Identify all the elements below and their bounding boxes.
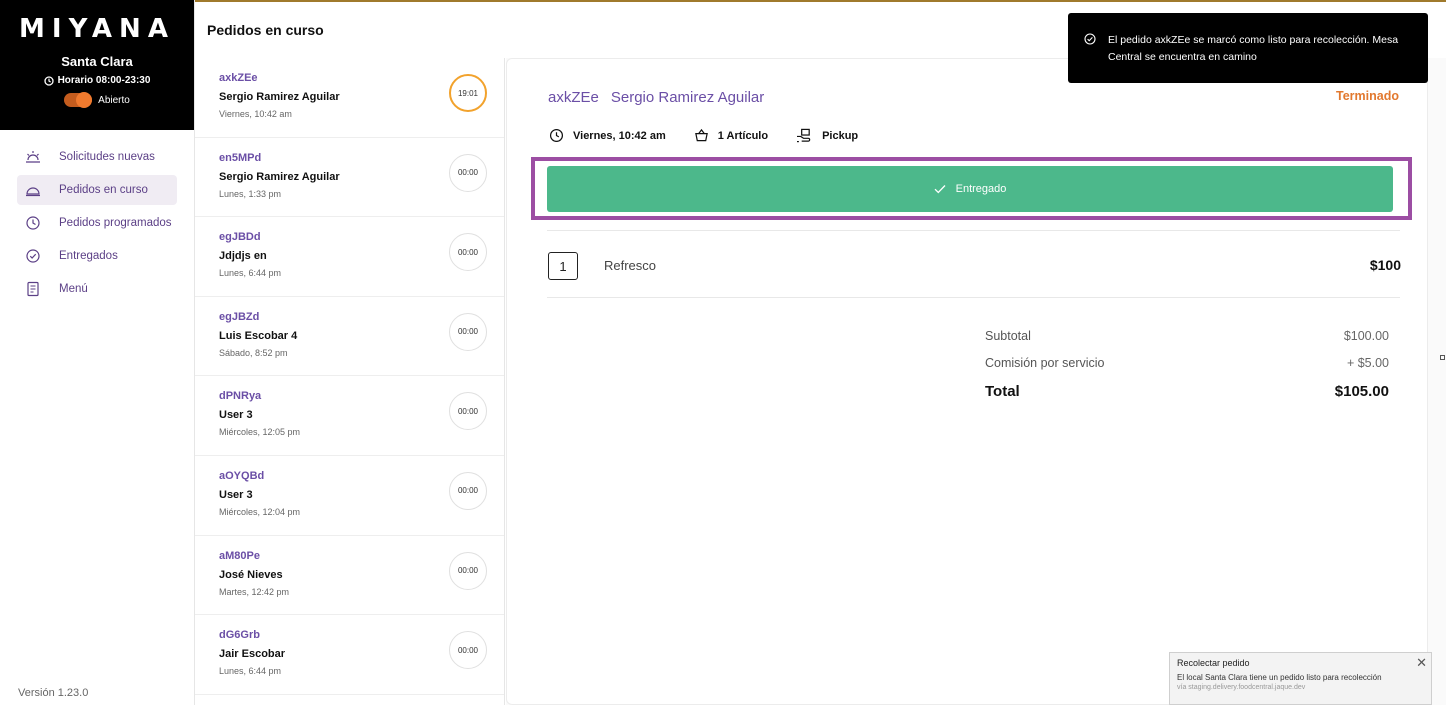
order-datetime-text: Viernes, 10:42 am xyxy=(573,129,666,142)
mark-delivered-button[interactable]: Entregado xyxy=(547,166,1393,212)
basket-icon xyxy=(694,128,708,142)
store-hours-text: Horario 08:00-23:30 xyxy=(57,75,151,86)
fee-label: Comisión por servicio xyxy=(985,356,1105,370)
order-datetime: Viernes, 10:42 am xyxy=(549,128,666,143)
order-detail-customer: Sergio Ramirez Aguilar xyxy=(610,89,765,106)
notification-title: Recolectar pedido xyxy=(1177,658,1250,668)
sidebar-item-label: Pedidos programados xyxy=(59,217,172,229)
order-detail-id: axkZEe xyxy=(548,89,599,106)
order-list-item[interactable]: dG6Grb Jair Escobar Lunes, 6:44 pm 00:00 xyxy=(195,615,504,695)
order-list-item[interactable]: egJBZd Luis Escobar 4 Sábado, 8:52 pm 00… xyxy=(195,297,504,377)
order-timer: 00:00 xyxy=(449,551,487,590)
order-mode: Pickup xyxy=(796,128,858,143)
order-detail-title: axkZEe Sergio Ramirez Aguilar xyxy=(548,89,776,106)
sidebar-item-label: Entregados xyxy=(59,250,118,262)
order-items-count-text: 1 Artículo xyxy=(717,129,769,142)
checkmark-icon xyxy=(934,185,946,194)
open-toggle[interactable] xyxy=(64,92,93,108)
total-label: Total xyxy=(985,383,1020,400)
store-name: Santa Clara xyxy=(61,54,133,69)
order-items-count: 1 Artículo xyxy=(694,128,768,143)
order-list-item[interactable]: aM80Pe José Nieves Martes, 12:42 pm 00:0… xyxy=(195,536,504,616)
item-name: Refresco xyxy=(604,258,657,273)
store-status: Abierto xyxy=(0,92,194,108)
page-title: Pedidos en curso xyxy=(207,22,324,38)
item-price: $100 xyxy=(1369,257,1401,273)
order-list-item[interactable]: axkZEe Sergio Ramirez Aguilar Viernes, 1… xyxy=(195,58,504,138)
sidebar-item-pedidos-programados[interactable]: Pedidos programados xyxy=(17,208,177,238)
fee-value: + $5.00 xyxy=(1346,356,1389,370)
order-mode-text: Pickup xyxy=(822,129,859,142)
order-timer: 00:00 xyxy=(449,233,487,272)
notification-source: vía staging.delivery.foodcentral.jaque.d… xyxy=(1177,684,1306,691)
mark-delivered-label: Entregado xyxy=(955,183,1007,195)
sidebar: MIYANA Santa Clara Horario 08:00-23:30 A… xyxy=(0,0,195,705)
system-notification[interactable]: Recolectar pedido El local Santa Clara t… xyxy=(1169,652,1432,705)
sidebar-item-label: Pedidos en curso xyxy=(59,184,148,196)
clock-icon xyxy=(43,75,54,86)
order-timer: 00:00 xyxy=(449,471,487,510)
order-status-label: Terminado xyxy=(1336,89,1399,103)
order-list-item[interactable]: dPNRya User 3 Miércoles, 12:05 pm 00:00 xyxy=(195,376,504,456)
sidebar-item-menu[interactable]: Menú xyxy=(17,274,177,304)
brand-panel: MIYANA Santa Clara Horario 08:00-23:30 A… xyxy=(0,0,194,130)
clock-icon xyxy=(25,215,41,231)
cloche-icon xyxy=(25,182,41,198)
sidebar-item-label: Menú xyxy=(59,283,88,295)
order-timer: 00:00 xyxy=(449,153,487,192)
close-icon[interactable]: ✕ xyxy=(1416,655,1427,671)
check-circle-icon xyxy=(25,248,41,264)
subtotal-label: Subtotal xyxy=(985,329,1031,343)
clock-icon xyxy=(549,128,564,143)
store-hours: Horario 08:00-23:30 xyxy=(0,75,194,86)
sidebar-item-entregados[interactable]: Entregados xyxy=(17,241,177,271)
sidebar-nav: Solicitudes nuevas Pedidos en curso Pedi… xyxy=(0,142,194,304)
order-meta: Viernes, 10:42 am 1 Artículo Pickup xyxy=(549,128,858,143)
sidebar-item-label: Solicitudes nuevas xyxy=(59,151,155,163)
sunrise-icon xyxy=(25,149,41,165)
subtotal-value: $100.00 xyxy=(1343,329,1389,343)
divider xyxy=(547,230,1400,231)
order-timer: 00:00 xyxy=(449,392,487,431)
pickup-hand-icon xyxy=(797,128,811,143)
order-timer: 00:00 xyxy=(449,312,487,351)
fee-row: Comisión por servicio + $5.00 xyxy=(985,356,1389,370)
item-quantity: 1 xyxy=(548,252,578,280)
order-list-item[interactable]: egJBDd Jdjdjs en Lunes, 6:44 pm 00:00 xyxy=(195,217,504,297)
order-item-row: 1 Refresco $100 xyxy=(548,252,1401,280)
order-list-item[interactable]: en5MPd Sergio Ramirez Aguilar Lunes, 1:3… xyxy=(195,138,504,218)
success-toast: El pedido axkZEe se marcó como listo par… xyxy=(1068,13,1428,83)
check-circle-icon xyxy=(1084,33,1096,45)
order-totals: Subtotal $100.00 Comisión por servicio +… xyxy=(985,329,1389,413)
order-detail-panel: axkZEe Sergio Ramirez Aguilar Terminado V… xyxy=(506,58,1428,705)
notification-body: El local Santa Clara tiene un pedido lis… xyxy=(1177,673,1382,682)
total-row: Total $105.00 xyxy=(985,383,1389,400)
orders-list: axkZEe Sergio Ramirez Aguilar Viernes, 1… xyxy=(195,58,505,705)
order-timer: 00:00 xyxy=(449,631,487,670)
menu-doc-icon xyxy=(25,281,41,297)
logo: MIYANA xyxy=(19,14,175,44)
resize-handle[interactable] xyxy=(1440,355,1445,360)
order-list-item[interactable]: aOYQBd User 3 Miércoles, 12:04 pm 00:00 xyxy=(195,456,504,536)
total-value: $105.00 xyxy=(1334,383,1389,400)
divider xyxy=(547,297,1400,298)
store-status-text: Abierto xyxy=(98,94,130,106)
order-timer: 19:01 xyxy=(449,74,487,112)
subtotal-row: Subtotal $100.00 xyxy=(985,329,1389,343)
toast-message: El pedido axkZEe se marcó como listo par… xyxy=(1108,34,1399,63)
app-version: Versión 1.23.0 xyxy=(18,687,89,699)
sidebar-item-pedidos-en-curso[interactable]: Pedidos en curso xyxy=(17,175,177,205)
sidebar-item-solicitudes-nuevas[interactable]: Solicitudes nuevas xyxy=(17,142,177,172)
